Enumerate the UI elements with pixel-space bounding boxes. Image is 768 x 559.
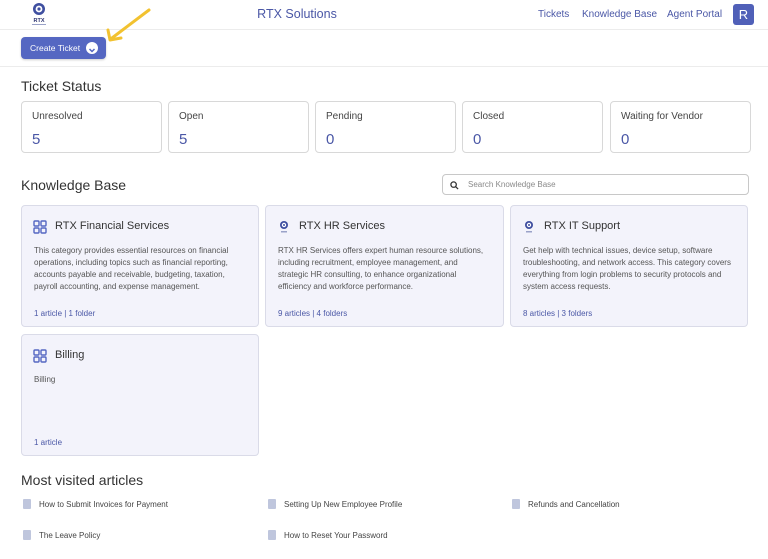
ticket-status-heading: Ticket Status	[21, 78, 102, 94]
document-icon	[268, 499, 276, 509]
kb-category-meta: 1 article	[34, 438, 62, 447]
search-icon	[450, 181, 459, 190]
most-visited-heading: Most visited articles	[21, 472, 144, 488]
status-count: 0	[326, 131, 335, 148]
status-count: 0	[473, 131, 482, 148]
kb-category-description: Billing	[34, 375, 56, 384]
company-logo-icon	[280, 221, 288, 233]
company-logo-icon	[525, 221, 533, 233]
status-card-pending[interactable]: Pending 0	[315, 101, 456, 153]
grid-icon	[33, 220, 47, 234]
kb-category-title: Billing	[55, 349, 85, 361]
article-title: Refunds and Cancellation	[528, 500, 620, 509]
document-icon	[268, 530, 276, 540]
status-label: Closed	[473, 111, 505, 122]
user-avatar[interactable]: R	[733, 4, 754, 25]
document-icon	[512, 499, 520, 509]
status-count: 5	[32, 131, 41, 148]
chevron-down-icon	[86, 42, 98, 54]
divider	[0, 66, 768, 67]
kb-category-it-support[interactable]: RTX IT Support Get help with technical i…	[510, 205, 748, 327]
article-title: How to Reset Your Password	[284, 531, 388, 540]
status-card-unresolved[interactable]: Unresolved 5	[21, 101, 162, 153]
kb-category-meta: 9 articles | 4 folders	[278, 309, 348, 318]
folder-count[interactable]: 1 folder	[69, 309, 96, 318]
kb-search-input[interactable]: Search Knowledge Base	[442, 174, 749, 195]
status-count: 5	[179, 131, 188, 148]
document-icon	[23, 499, 31, 509]
article-count[interactable]: 9 articles	[278, 309, 310, 318]
kb-category-financial-services[interactable]: RTX Financial Services This category pro…	[21, 205, 259, 327]
knowledge-base-heading: Knowledge Base	[21, 177, 127, 193]
article-count[interactable]: 1 article	[34, 309, 62, 318]
folder-count[interactable]: 3 folders	[562, 309, 593, 318]
kb-category-meta: 8 articles | 3 folders	[523, 309, 593, 318]
status-label: Unresolved	[32, 111, 83, 122]
search-placeholder: Search Knowledge Base	[468, 180, 556, 189]
kb-category-description: RTX HR Services offers expert human reso…	[278, 246, 484, 291]
article-title: How to Submit Invoices for Payment	[39, 500, 168, 509]
grid-icon	[33, 349, 47, 363]
kb-category-title: RTX Financial Services	[55, 220, 170, 232]
status-card-closed[interactable]: Closed 0	[462, 101, 603, 153]
status-label: Waiting for Vendor	[621, 111, 703, 122]
folder-count[interactable]: 4 folders	[317, 309, 348, 318]
kb-category-meta: 1 article | 1 folder	[34, 309, 96, 318]
brand-title: RTX Solutions	[257, 7, 337, 21]
nav-knowledge-base-link[interactable]: Knowledge Base	[582, 9, 657, 20]
annotation-arrow-icon	[106, 8, 151, 42]
kb-category-description: Get help with technical issues, device s…	[523, 246, 731, 291]
status-label: Pending	[326, 111, 363, 122]
document-icon	[23, 530, 31, 540]
status-label: Open	[179, 111, 204, 122]
article-title: Setting Up New Employee Profile	[284, 500, 403, 509]
kb-category-description: This category provides essential resourc…	[34, 246, 229, 291]
nav-tickets-link[interactable]: Tickets	[538, 9, 569, 20]
kb-category-hr-services[interactable]: RTX HR Services RTX HR Services offers e…	[265, 205, 504, 327]
nav-agent-portal-link[interactable]: Agent Portal	[667, 9, 722, 20]
kb-category-title: RTX IT Support	[544, 220, 621, 232]
article-count[interactable]: 8 articles	[523, 309, 555, 318]
kb-category-title: RTX HR Services	[299, 220, 385, 232]
status-card-waiting-for-vendor[interactable]: Waiting for Vendor 0	[610, 101, 751, 153]
create-ticket-label: Create Ticket	[30, 43, 81, 53]
kb-category-billing[interactable]: Billing Billing 1 article	[21, 334, 259, 456]
article-count[interactable]: 1 article	[34, 438, 62, 447]
create-ticket-button[interactable]: Create Ticket	[21, 37, 106, 59]
status-count: 0	[621, 131, 630, 148]
article-title: The Leave Policy	[39, 531, 101, 540]
status-card-open[interactable]: Open 5	[168, 101, 309, 153]
